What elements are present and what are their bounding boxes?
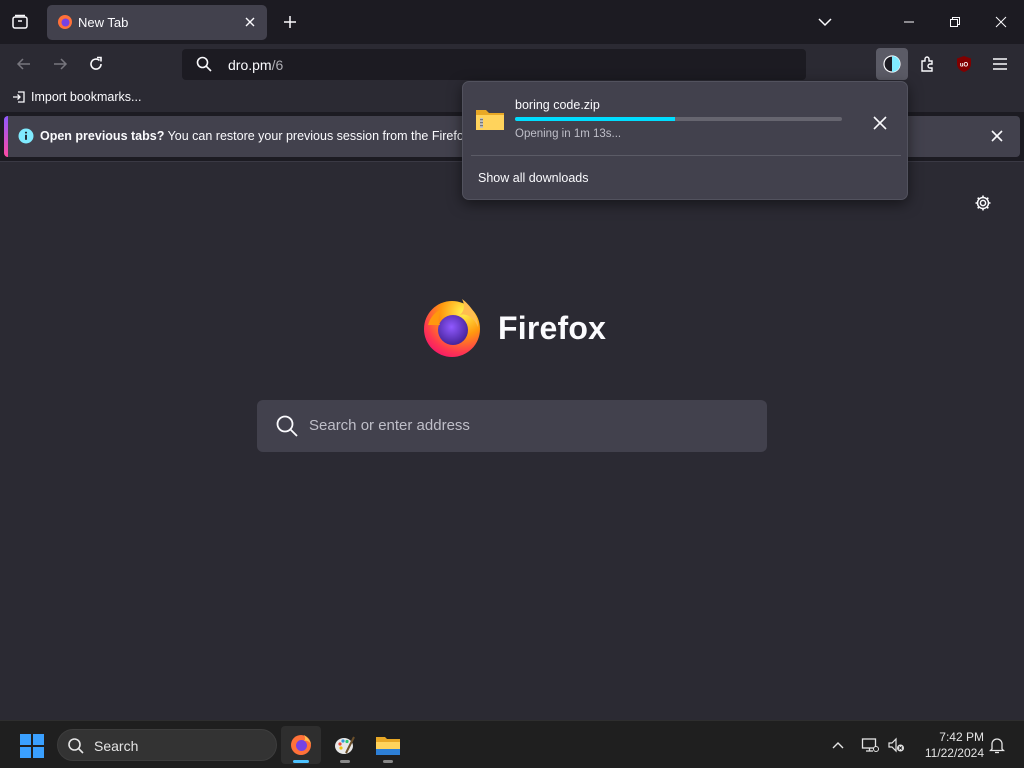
download-progress-icon — [883, 55, 901, 73]
downloads-button[interactable] — [876, 48, 908, 80]
bell-icon — [989, 737, 1005, 753]
taskbar-search[interactable]: Search — [57, 729, 277, 761]
download-filename: boring code.zip — [515, 98, 600, 112]
running-app-indicator — [383, 760, 393, 763]
windows-logo-pane — [33, 734, 44, 745]
close-icon — [245, 17, 255, 27]
show-hidden-icons-button[interactable] — [826, 733, 850, 757]
running-app-indicator — [340, 760, 350, 763]
show-all-downloads-button[interactable]: Show all downloads — [478, 171, 589, 185]
personalize-button[interactable] — [972, 192, 994, 214]
minimize-icon — [904, 21, 914, 23]
download-progress-bar — [515, 117, 842, 121]
folder-icon — [376, 737, 400, 755]
arrow-left-icon — [16, 58, 30, 70]
chevron-up-icon — [832, 742, 844, 749]
firefox-favicon-icon — [58, 15, 72, 29]
ublock-origin-button[interactable]: uO — [948, 48, 980, 80]
info-icon — [18, 128, 34, 144]
active-app-indicator — [293, 760, 309, 763]
reload-icon — [90, 56, 102, 70]
firefox-logo-icon — [424, 299, 480, 357]
url-host: dro.pm — [228, 57, 272, 73]
close-icon — [995, 16, 1007, 28]
puzzle-icon — [921, 56, 933, 72]
download-progress-fill — [515, 117, 676, 121]
start-button[interactable] — [20, 734, 44, 758]
notification-title: Open previous tabs? — [40, 129, 165, 143]
tab-overflow-button[interactable] — [811, 8, 839, 36]
tab-manager-icon — [12, 14, 28, 29]
notifications-button[interactable] — [985, 733, 1009, 757]
network-icon — [861, 738, 879, 752]
notification-text: You can restore your previous session fr… — [164, 129, 500, 143]
volume-muted-icon — [888, 737, 904, 753]
navigation-toolbar: dro.pm/6 uO — [0, 44, 1024, 84]
ublock-shield-icon: uO — [957, 56, 971, 72]
network-tray-button[interactable] — [858, 733, 882, 757]
taskbar-file-explorer[interactable] — [368, 726, 408, 764]
import-bookmarks-label: Import bookmarks... — [31, 90, 142, 104]
app-menu-button[interactable] — [984, 48, 1016, 80]
gear-icon — [975, 195, 991, 211]
chevron-down-icon — [818, 18, 832, 27]
taskbar-firefox[interactable] — [281, 726, 321, 764]
windows-logo-pane — [33, 747, 44, 758]
zip-folder-icon — [476, 110, 504, 130]
search-icon — [276, 415, 298, 437]
plus-icon — [284, 16, 296, 28]
arrow-right-icon — [54, 58, 68, 70]
windows-logo-pane — [20, 747, 31, 758]
tab-new-tab[interactable]: New Tab — [47, 5, 267, 40]
volume-tray-button[interactable] — [884, 733, 908, 757]
back-button[interactable] — [8, 48, 40, 80]
notification-accent — [4, 116, 8, 157]
taskbar: Search 7:42 PM 11/22/2024 — [0, 720, 1024, 768]
search-icon — [196, 56, 212, 72]
extensions-button[interactable] — [912, 48, 944, 80]
tab-strip: New Tab — [0, 0, 1024, 44]
windows-logo-icon — [20, 734, 31, 745]
tab-title: New Tab — [78, 15, 129, 30]
system-clock[interactable]: 7:42 PM 11/22/2024 — [912, 729, 984, 761]
svg-text:uO: uO — [960, 63, 969, 69]
paint-palette-icon — [335, 736, 355, 754]
restore-icon — [950, 17, 960, 27]
minimize-button[interactable] — [895, 8, 923, 36]
newtab-search-box[interactable]: Search or enter address — [257, 400, 767, 452]
new-tab-page: Firefox Search or enter address — [0, 162, 1024, 720]
download-status: Opening in 1m 13s... — [515, 128, 622, 140]
close-tab-button[interactable] — [241, 13, 259, 31]
clock-time: 7:42 PM — [939, 730, 984, 744]
reload-button[interactable] — [80, 48, 112, 80]
firefox-icon — [291, 735, 311, 755]
url-path: /6 — [271, 57, 284, 73]
taskbar-paint[interactable] — [325, 726, 365, 764]
close-notification-button[interactable] — [988, 127, 1006, 145]
downloads-panel: boring code.zip Opening in 1m 13s... Sho… — [462, 81, 908, 200]
hamburger-menu-icon — [993, 58, 1007, 70]
search-placeholder: Search or enter address — [309, 417, 470, 434]
close-icon — [991, 130, 1003, 142]
panel-divider — [471, 155, 901, 156]
import-icon — [13, 91, 25, 103]
forward-button[interactable] — [44, 48, 76, 80]
restore-button[interactable] — [941, 8, 969, 36]
taskbar-search-label: Search — [94, 738, 139, 754]
url-bar[interactable]: dro.pm/6 — [182, 49, 806, 80]
close-icon — [873, 116, 887, 130]
new-tab-button[interactable] — [278, 8, 302, 36]
close-window-button[interactable] — [987, 8, 1015, 36]
search-icon — [68, 738, 84, 754]
import-bookmarks-button[interactable]: Import bookmarks... — [12, 90, 141, 104]
firefox-wordmark: Firefox — [498, 310, 607, 346]
list-all-tabs-button[interactable] — [4, 6, 36, 38]
notification-message: Open previous tabs? You can restore your… — [40, 129, 500, 143]
clock-date: 11/22/2024 — [924, 746, 984, 760]
cancel-download-button[interactable] — [869, 112, 891, 134]
url-text: dro.pm/6 — [228, 57, 283, 73]
